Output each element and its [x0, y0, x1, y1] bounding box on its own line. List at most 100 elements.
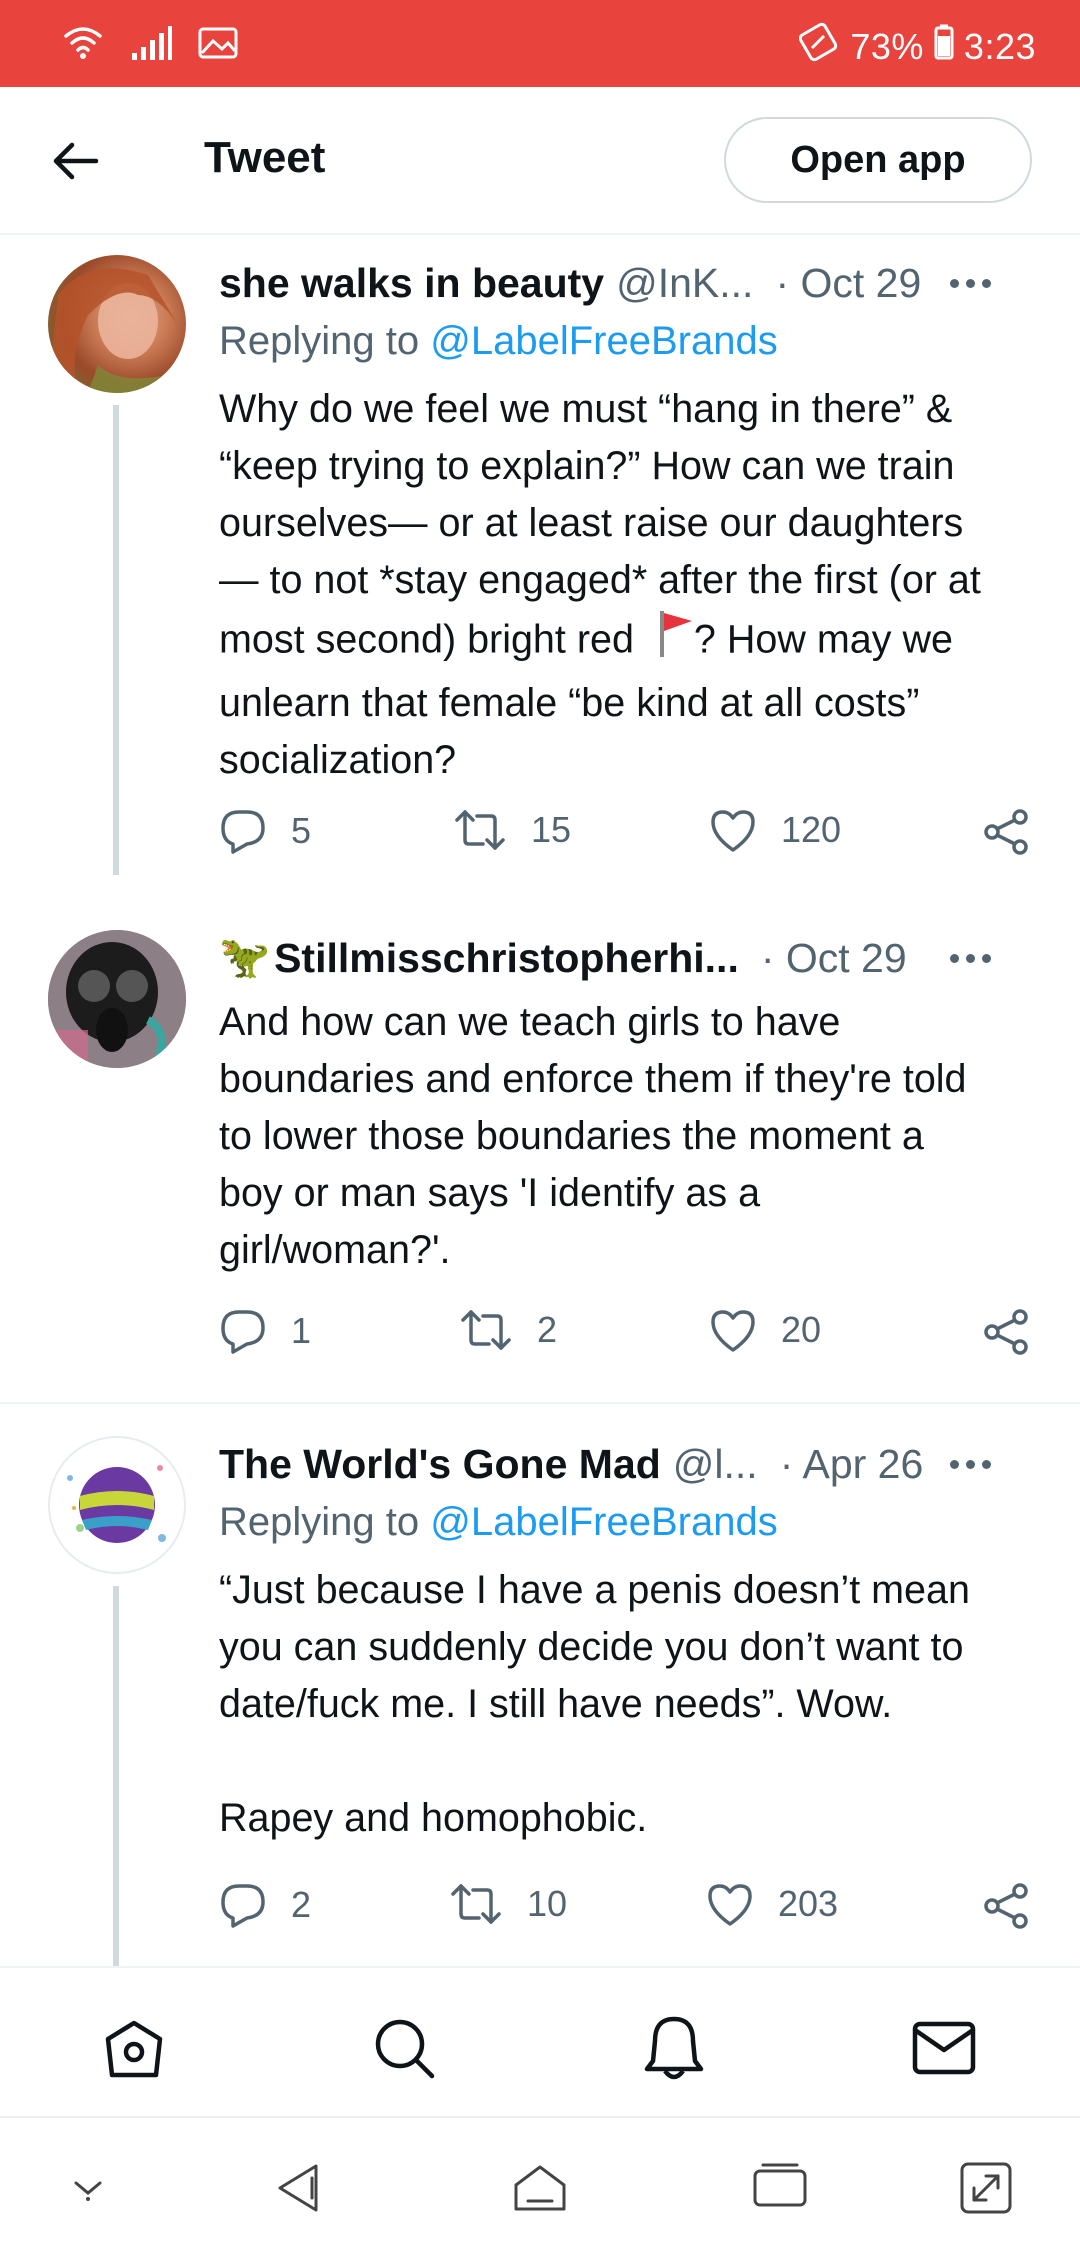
back-button[interactable] [48, 133, 104, 189]
display-name[interactable]: she walks in beauty [219, 260, 604, 307]
page-title: Tweet [204, 133, 326, 182]
share-icon [984, 1883, 1028, 1929]
tweet-date[interactable]: · Oct 29 [761, 935, 907, 982]
like-button[interactable]: 120 [709, 808, 841, 852]
tweet-card[interactable]: The World's Gone Mad @l... · Apr 26 Repl… [0, 1416, 1080, 1966]
open-app-button[interactable]: Open app [724, 117, 1032, 203]
clock: 3:23 [963, 25, 1036, 67]
retweet-button[interactable]: 10 [449, 1882, 567, 1926]
arrow-left-icon [53, 142, 99, 180]
triangle-back-icon [278, 2164, 318, 2212]
retweet-button[interactable]: 2 [459, 1308, 557, 1352]
share-icon [984, 809, 1028, 855]
text-line: to lower those boundaries the moment a [219, 1114, 924, 1158]
replying-to-label: Replying to [219, 319, 420, 363]
text-line: girl/woman?'. [219, 1228, 451, 1272]
tweet-actions: 5 15 120 [219, 808, 1039, 868]
text-line: date/fuck me. I still have needs”. Wow. [219, 1682, 893, 1726]
divider [0, 1402, 1080, 1404]
heart-icon [711, 810, 755, 852]
reply-icon [221, 810, 265, 854]
text-segment: most second) bright red [219, 617, 634, 662]
display-name[interactable]: The World's Gone Mad [219, 1441, 661, 1488]
system-home-button[interactable] [508, 2156, 572, 2220]
text-line: you can suddenly decide you don’t want t… [219, 1625, 964, 1669]
like-count: 20 [781, 1309, 822, 1350]
username[interactable]: @InK... [616, 260, 753, 307]
more-options-icon[interactable] [940, 930, 1000, 986]
reply-count: 1 [291, 1310, 312, 1351]
battery-percent: 73% [850, 25, 924, 67]
text-line: socialization? [219, 738, 457, 782]
nav-messages[interactable] [908, 2012, 980, 2084]
mention-link[interactable]: @LabelFreeBrands [430, 1500, 777, 1544]
replying-to-label: Replying to [219, 1500, 420, 1544]
share-button[interactable] [982, 808, 1030, 856]
text-line: Rapey and homophobic. [219, 1796, 648, 1840]
reply-button[interactable]: 2 [219, 1882, 311, 1928]
more-options-icon[interactable] [940, 255, 1000, 311]
reply-count: 2 [291, 1884, 312, 1925]
text-line [219, 1733, 1039, 1790]
mention-link[interactable]: @LabelFreeBrands [430, 319, 777, 363]
text-line: Why do we feel we must “hang in there” & [219, 387, 953, 431]
display-name[interactable]: Stillmisschristopherhi... [274, 935, 739, 982]
recent-apps-button[interactable] [748, 2156, 812, 2220]
nav-search[interactable] [368, 2012, 440, 2084]
tweet-text: Why do we feel we must “hang in there” &… [219, 381, 1039, 789]
tweet-actions: 2 10 203 [219, 1882, 1039, 1942]
text-line: — to not *stay engaged* after the first … [219, 558, 981, 602]
tweet-card[interactable]: 🦖 Stillmisschristopherhi... · Oct 29 And… [0, 910, 1080, 1400]
retweet-count: 2 [537, 1309, 558, 1350]
text-line: boy or man says 'I identify as a [219, 1171, 761, 1215]
reply-button[interactable]: 1 [219, 1308, 311, 1354]
system-back-button[interactable] [268, 2156, 332, 2220]
nav-home[interactable] [98, 2012, 170, 2084]
notifications-icon [644, 2016, 704, 2080]
expand-icon [960, 2162, 1012, 2214]
reply-icon [221, 1884, 265, 1928]
heart-icon [711, 1310, 755, 1352]
share-button[interactable] [982, 1882, 1030, 1930]
search-icon [375, 2019, 435, 2079]
share-button[interactable] [982, 1308, 1030, 1356]
tweet-text: And how can we teach girls to have bound… [219, 994, 1039, 1279]
username[interactable]: @l... [673, 1441, 758, 1488]
text-line: boundaries and enforce them if they're t… [219, 1057, 967, 1101]
nav-notifications[interactable] [638, 2012, 710, 2084]
retweet-count: 15 [531, 809, 572, 850]
more-options-icon[interactable] [940, 1436, 1000, 1492]
retweet-count: 10 [527, 1883, 568, 1924]
messages-icon [912, 2021, 976, 2075]
text-line: And how can we teach girls to have [219, 1000, 841, 1044]
replying-to: Replying to @LabelFreeBrands [219, 1500, 778, 1545]
like-button[interactable]: 20 [709, 1308, 821, 1352]
wifi-icon [62, 22, 104, 69]
chevron-down-icon [74, 2181, 102, 2201]
avatar[interactable] [48, 255, 186, 393]
red-flag-icon [656, 609, 694, 675]
like-button[interactable]: 203 [706, 1882, 838, 1926]
tweet-card[interactable]: she walks in beauty @InK... · Oct 29 Rep… [0, 235, 1080, 875]
nfc-icon [796, 20, 840, 73]
system-nav-bar [0, 2116, 1080, 2248]
retweet-button[interactable]: 15 [453, 808, 571, 852]
pop-out-button[interactable] [954, 2156, 1018, 2220]
hide-nav-button[interactable] [56, 2156, 120, 2220]
tweet-date[interactable]: · Apr 26 [780, 1441, 924, 1488]
tweet-date[interactable]: · Oct 29 [775, 260, 921, 307]
home-outline-icon [514, 2165, 566, 2211]
avatar[interactable] [48, 930, 186, 1068]
text-line: most second) bright red ? How may we [219, 609, 1039, 675]
signal-icon [130, 25, 172, 66]
dinosaur-emoji: 🦖 [219, 934, 271, 980]
tweet-actions: 1 2 20 [219, 1308, 1039, 1368]
avatar[interactable] [48, 1436, 186, 1574]
text-line: unlearn that female “be kind at all cost… [219, 681, 920, 725]
retweet-icon [461, 1310, 511, 1350]
replying-to: Replying to @LabelFreeBrands [219, 319, 778, 364]
reply-button[interactable]: 5 [219, 808, 311, 854]
bottom-nav [0, 1966, 1080, 2118]
status-bar: 73% 3:23 [0, 0, 1080, 87]
like-count: 120 [781, 809, 842, 850]
